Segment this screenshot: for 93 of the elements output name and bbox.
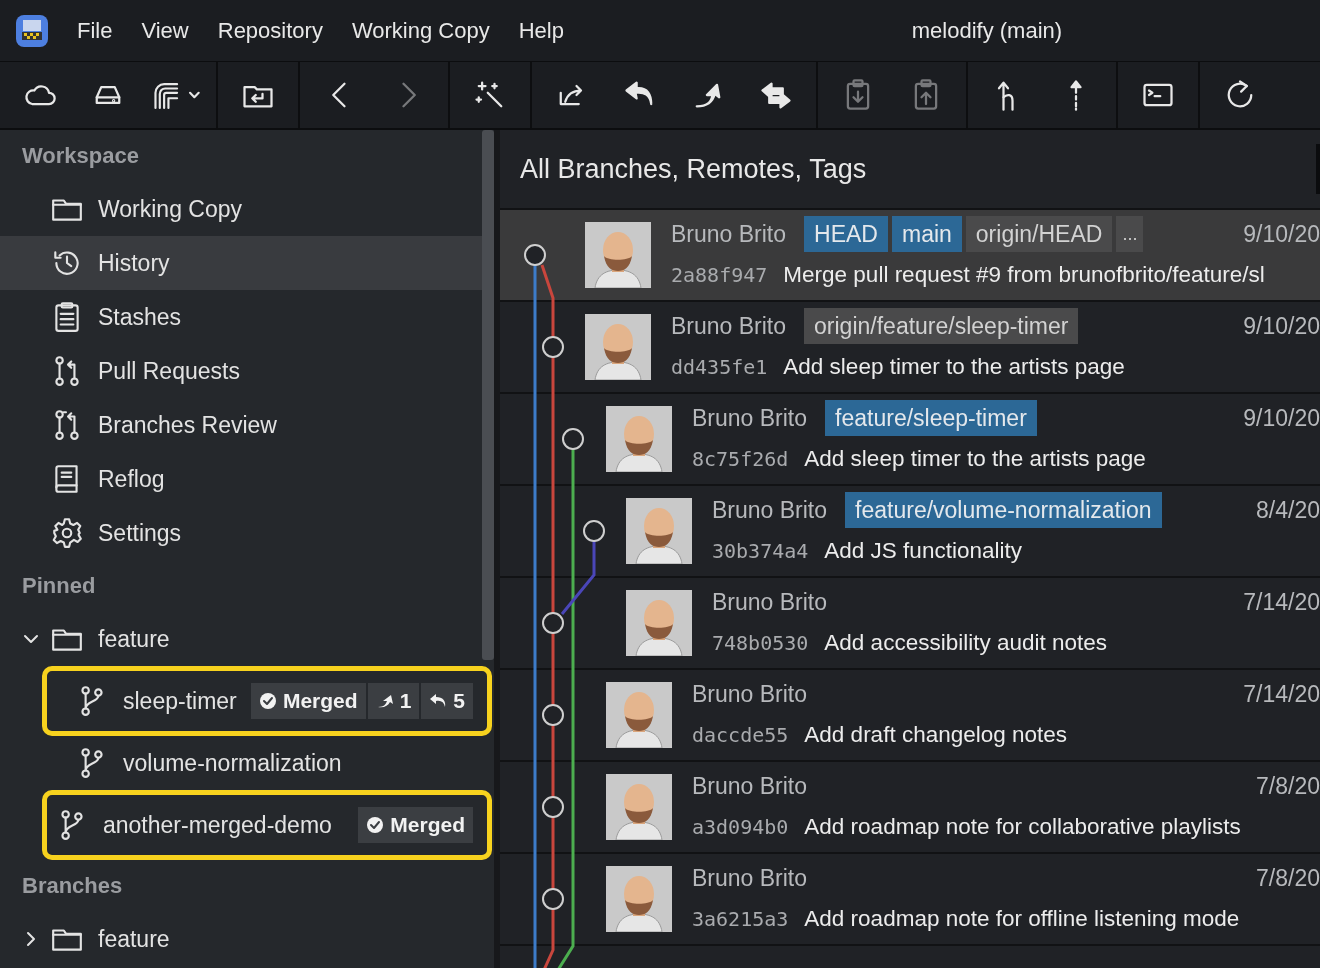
- commit-row[interactable]: Bruno Brito 7/8/20 a3d094b0 Add roadmap note for collaborative playlists: [500, 762, 1320, 854]
- commit-node: [542, 796, 564, 818]
- commit-date: 7/14/20: [1243, 588, 1320, 616]
- commit-date: 9/10/20: [1243, 312, 1320, 340]
- sidebar-item[interactable]: Reflog: [0, 452, 482, 506]
- commit-date: 9/10/20: [1243, 404, 1320, 432]
- commit-hash: a3d094b0: [692, 815, 789, 839]
- commit-row[interactable]: Bruno Brito 7/14/20 748b0530 Add accessibility audit notes: [500, 578, 1320, 670]
- commit-date: 7/14/20: [1243, 680, 1320, 708]
- commit-row[interactable]: Bruno Brito feature/sleep-timer 9/10/20 8c75f26d Add sleep timer to the artists page: [500, 394, 1320, 486]
- commit-hash: 8c75f26d: [692, 447, 789, 471]
- commit-row[interactable]: Bruno Brito 7/14/20 daccde55 Add draft changelog notes: [500, 670, 1320, 762]
- commit-date: 7/8/20: [1256, 864, 1320, 892]
- avatar: [585, 314, 651, 380]
- scrollbar[interactable]: [482, 130, 494, 660]
- sidebar-item[interactable]: Branches Review: [0, 398, 482, 452]
- commit-message: Add sleep timer to the artists page: [804, 446, 1146, 472]
- commit-message: Add sleep timer to the artists page: [783, 354, 1125, 380]
- branch-item[interactable]: sleep-timer Merged 1 5: [42, 666, 492, 736]
- commit-hash: dd435fe1: [671, 355, 768, 379]
- commit-message: Add roadmap note for offline listening mode: [804, 906, 1240, 932]
- avatar: [585, 222, 651, 288]
- section-heading: Workspace: [21, 142, 140, 170]
- more-refs-tag[interactable]: ...: [1116, 216, 1144, 252]
- ref-tag[interactable]: origin/HEAD: [965, 216, 1113, 252]
- ahead-count: 1: [367, 683, 420, 719]
- author-name: Bruno Brito: [692, 680, 808, 708]
- merged-badge: Merged: [250, 683, 366, 719]
- sidebar-item[interactable]: History: [0, 236, 482, 290]
- check-circle-icon: [258, 692, 277, 710]
- sidebar-item[interactable]: Settings: [0, 506, 482, 560]
- avatar: [606, 406, 672, 472]
- ref-tag[interactable]: origin/feature/sleep-timer: [804, 308, 1079, 344]
- commit-row[interactable]: Bruno Brito origin/feature/sleep-timer 9/10/20 dd435fe1 Add sleep timer to the artists page: [500, 302, 1320, 394]
- commit-node: [542, 612, 564, 634]
- commit-hash: 2a88f947: [671, 263, 768, 287]
- menu-item[interactable]: Help: [518, 17, 564, 44]
- avatar: [606, 682, 672, 748]
- sidebar-item[interactable]: Stashes: [0, 290, 482, 344]
- app-icon: [15, 13, 49, 48]
- commit-date: 7/8/20: [1256, 772, 1320, 800]
- commit-row[interactable]: Bruno Brito feature/volume-normalization 8/4/20 30b374a4 Add JS functionality: [500, 486, 1320, 578]
- branch-item[interactable]: another-merged-demo Merged: [42, 790, 492, 860]
- commit-hash: 748b0530: [712, 631, 809, 655]
- commit-node: [562, 428, 584, 450]
- commit-hash: 3a6215a3: [692, 907, 789, 931]
- commit-message: Merge pull request #9 from brunofbrito/feature/sl: [783, 262, 1265, 288]
- author-name: Bruno Brito: [692, 772, 808, 800]
- commit-node: [542, 888, 564, 910]
- author-name: Bruno Brito: [692, 864, 808, 892]
- ref-tag[interactable]: main: [891, 216, 962, 252]
- sidebar-item[interactable]: feature: [0, 912, 482, 966]
- menu-item[interactable]: Repository: [217, 17, 323, 44]
- commit-message: Add roadmap note for collaborative playlists: [804, 814, 1241, 840]
- sidebar-item[interactable]: Pull Requests: [0, 344, 482, 398]
- author-name: Bruno Brito: [692, 404, 808, 432]
- section-heading: Pinned: [21, 572, 97, 600]
- author-name: Bruno Brito: [671, 220, 787, 248]
- commit-node: [583, 520, 605, 542]
- section-heading: Branches: [21, 872, 124, 900]
- commit-date: 9/10/20: [1243, 220, 1320, 248]
- commit-row[interactable]: Bruno Brito HEAD main origin/HEAD ... 9/10/20 2a88f947 Merge pull request #9 from brunofbrito/feature/sl: [500, 210, 1320, 302]
- branch-item[interactable]: volume-normalization: [0, 736, 482, 790]
- commit-node: [542, 704, 564, 726]
- check-circle-icon: [366, 816, 385, 834]
- author-name: Bruno Brito: [671, 312, 787, 340]
- commit-hash: 30b374a4: [712, 539, 809, 563]
- commit-node: [542, 336, 564, 358]
- behind-count: 5: [421, 683, 473, 719]
- avatar: [626, 590, 692, 656]
- menu-item[interactable]: View: [141, 17, 189, 44]
- sidebar-item[interactable]: Working Copy: [0, 182, 482, 236]
- settings-icon: [50, 516, 84, 550]
- menu-item[interactable]: File: [77, 17, 113, 44]
- commit-message: Add draft changelog notes: [804, 722, 1068, 748]
- panel-title: All Branches, Remotes, Tags: [520, 153, 867, 185]
- commit-date: 8/4/20: [1256, 496, 1320, 524]
- window-title: melodify (main): [911, 17, 1063, 44]
- sidebar-item[interactable]: feature: [0, 612, 482, 666]
- ref-tag[interactable]: feature/sleep-timer: [825, 400, 1037, 436]
- avatar: [606, 774, 672, 840]
- ref-tag[interactable]: feature/volume-normalization: [845, 492, 1162, 528]
- avatar: [626, 498, 692, 564]
- ref-tag[interactable]: HEAD: [804, 216, 888, 252]
- commit-hash: daccde55: [692, 723, 789, 747]
- merged-badge: Merged: [358, 807, 473, 843]
- commit-message: Add accessibility audit notes: [824, 630, 1107, 656]
- avatar: [606, 866, 672, 932]
- commit-row[interactable]: Bruno Brito 7/8/20 3a6215a3 Add roadmap note for offline listening mode: [500, 854, 1320, 946]
- commit-message: Add JS functionality: [824, 538, 1022, 564]
- author-name: Bruno Brito: [712, 496, 828, 524]
- author-name: Bruno Brito: [712, 588, 828, 616]
- menu-item[interactable]: Working Copy: [351, 17, 490, 44]
